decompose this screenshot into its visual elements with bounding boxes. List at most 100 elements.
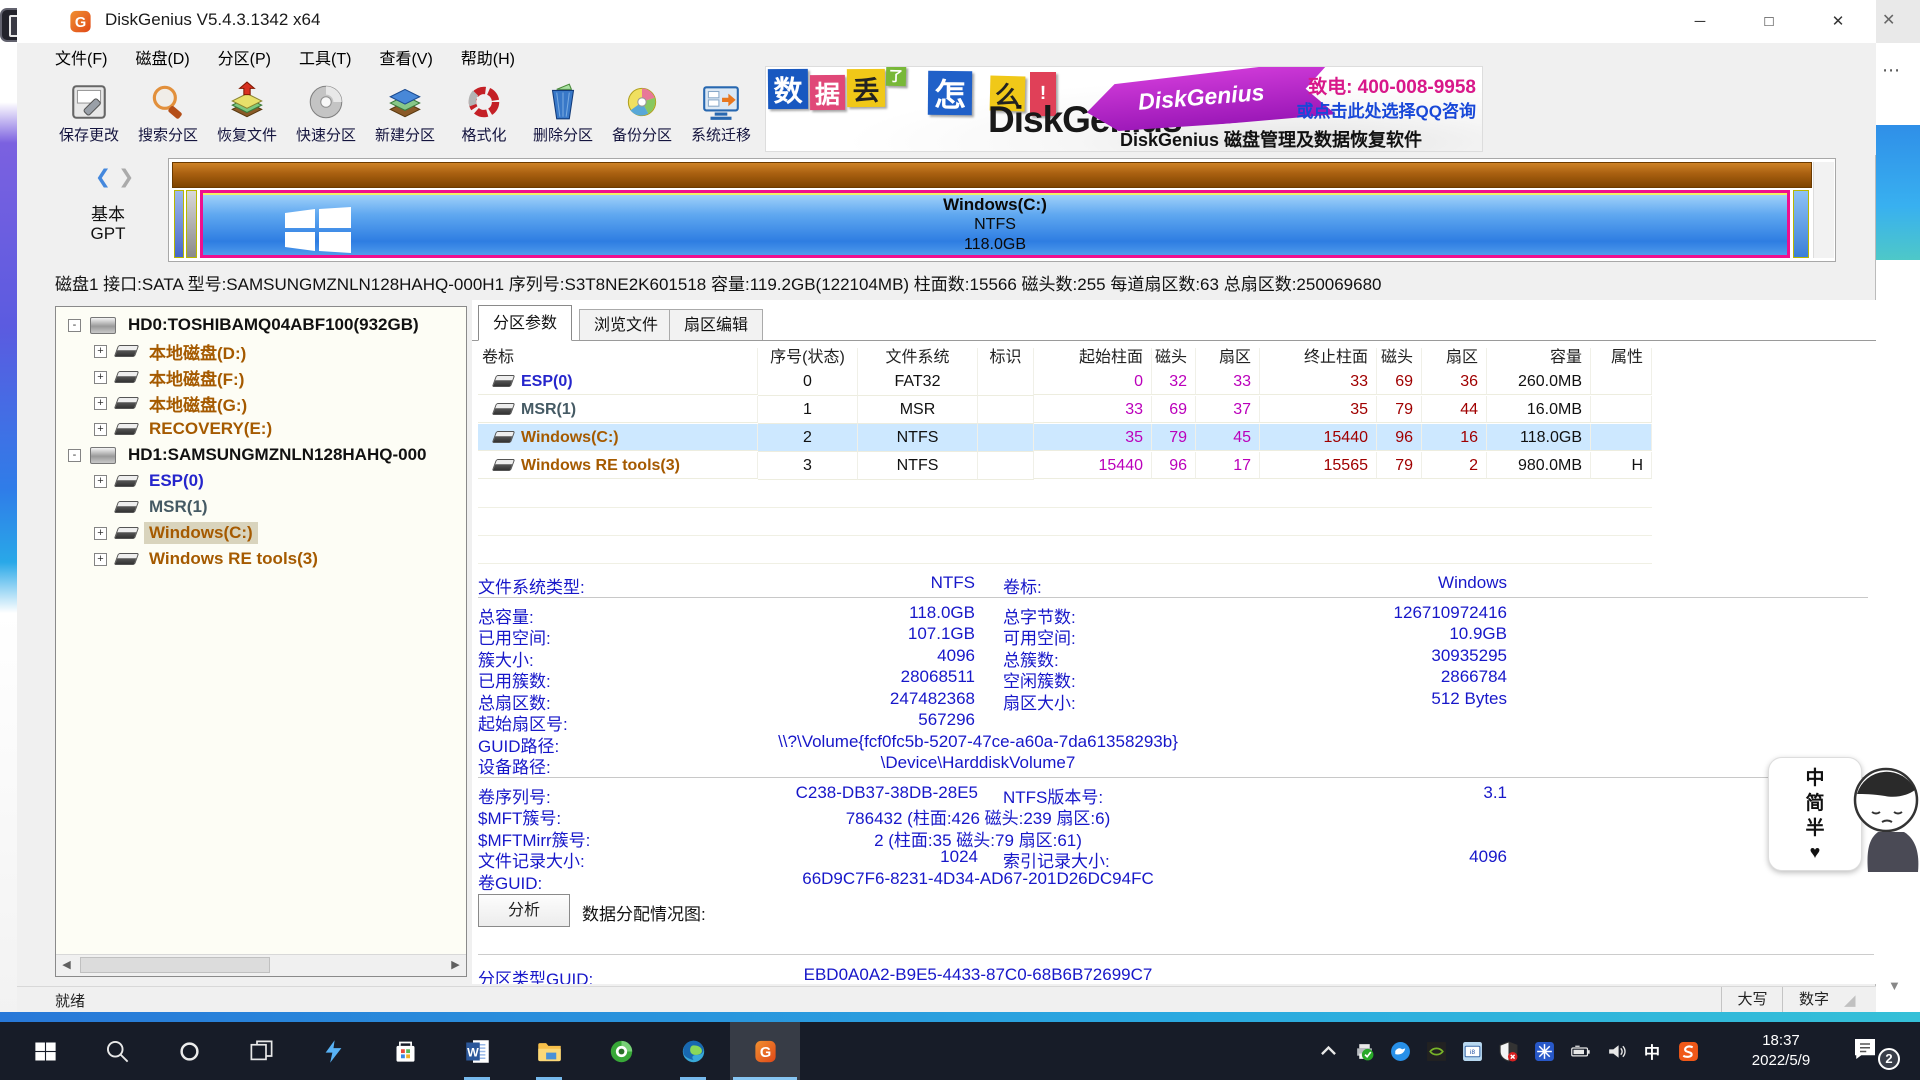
table-header-cell[interactable]: 起始柱面 [1034, 348, 1152, 368]
menu-item[interactable]: 帮助(H) [447, 43, 529, 76]
tr-shield-icon[interactable] [1496, 1039, 1520, 1063]
tr-nvidia-icon[interactable] [1424, 1039, 1448, 1063]
expand-toggle-icon[interactable]: - [68, 449, 81, 462]
tr-intel-icon[interactable]: i8 [1460, 1039, 1484, 1063]
banner-ad[interactable]: 数 据 丢 了 怎 么 ! DiskGenius DiskGenius 致电: … [765, 66, 1483, 152]
tree-item[interactable]: + RECOVERY(E:) [56, 416, 466, 442]
taskbar-button[interactable] [154, 1022, 224, 1080]
tree-item[interactable]: + Windows(C:) [56, 520, 466, 546]
table-header-cell[interactable]: 终止柱面 [1260, 348, 1377, 368]
table-header-cell[interactable]: 标识 [978, 348, 1034, 368]
taskbar-button[interactable] [226, 1022, 296, 1080]
banner-qq-link[interactable]: 或点击此处选择QQ咨询 [1244, 97, 1476, 122]
toolbar-button[interactable]: 搜索分区 [126, 79, 210, 152]
table-header-cell[interactable]: 属性 [1591, 348, 1652, 368]
background-scroll-down-icon[interactable]: ▼ [1888, 978, 1901, 993]
tree-item[interactable]: + 本地磁盘(D:) [56, 338, 466, 364]
expand-toggle-icon[interactable]: + [94, 345, 107, 358]
table-header-cell[interactable]: 容量 [1487, 348, 1591, 368]
next-disk-icon[interactable]: ❯ [118, 167, 134, 188]
heart-icon[interactable]: ♥ [1810, 841, 1821, 863]
taskbar-button[interactable] [586, 1022, 656, 1080]
menu-item[interactable]: 文件(F) [41, 43, 121, 76]
expand-toggle-icon[interactable]: + [94, 371, 107, 384]
resize-grip[interactable]: ◢ [1844, 991, 1856, 1009]
table-row[interactable]: MSR(1) 1 MSR 33 69 37 35 79 44 16.0MB [478, 396, 1652, 424]
scroll-left-icon[interactable]: ◀ [56, 955, 77, 975]
taskbar-button[interactable] [370, 1022, 440, 1080]
taskbar-clock[interactable]: 18:37 2022/5/9 [1726, 1022, 1836, 1080]
table-header-cell[interactable]: 序号(状态) [758, 348, 858, 368]
taskbar-button[interactable] [10, 1022, 80, 1080]
menu-item[interactable]: 分区(P) [204, 43, 285, 76]
expand-toggle-icon[interactable]: + [94, 397, 107, 410]
taskbar-button[interactable]: W [442, 1022, 512, 1080]
table-header-cell[interactable]: 卷标 [478, 348, 758, 368]
ime-char[interactable]: 半 [1805, 816, 1824, 841]
background-more-icon[interactable]: ⋯ [1882, 60, 1901, 81]
table-header-cell[interactable]: 磁头 [1377, 348, 1422, 368]
taskbar-button[interactable] [658, 1022, 728, 1080]
expand-toggle-icon[interactable]: + [94, 475, 107, 488]
menu-item[interactable]: 查看(V) [365, 43, 446, 76]
table-header-cell[interactable]: 扇区 [1422, 348, 1487, 368]
table-header-cell[interactable]: 扇区 [1196, 348, 1260, 368]
tree-item[interactable]: + 本地磁盘(F:) [56, 364, 466, 390]
ime-char[interactable]: 中 [1805, 766, 1824, 791]
msr-partition-strip[interactable] [186, 190, 197, 258]
esp-partition-strip[interactable] [174, 190, 184, 258]
toolbar-button[interactable]: 备份分区 [600, 79, 684, 152]
expand-toggle-icon[interactable]: + [94, 553, 107, 566]
tr-chevron-icon[interactable] [1316, 1039, 1340, 1063]
toolbar-button[interactable]: 删除分区 [521, 79, 605, 152]
tree-item[interactable]: - HD1:SAMSUNGMZNLN128HAHQ-000 [56, 442, 466, 468]
table-row[interactable]: ESP(0) 0 FAT32 0 32 33 33 69 36 260.0MB [478, 368, 1652, 396]
expand-toggle-icon[interactable]: - [68, 319, 81, 332]
tr-bird-icon[interactable] [1388, 1039, 1412, 1063]
tr-printer-icon[interactable] [1352, 1039, 1376, 1063]
table-header-cell[interactable]: 文件系统 [858, 348, 978, 368]
tree-item[interactable]: + Windows RE tools(3) [56, 546, 466, 572]
table-header-cell[interactable]: 磁头 [1152, 348, 1196, 368]
tree-item[interactable]: - HD0:TOSHIBAMQ04ABF100(932GB) [56, 312, 466, 338]
taskbar-button[interactable] [82, 1022, 152, 1080]
maximize-button[interactable]: □ [1737, 0, 1801, 43]
tree-item[interactable]: + 本地磁盘(G:) [56, 390, 466, 416]
menu-item[interactable]: 磁盘(D) [121, 43, 203, 76]
disk-header-strip[interactable] [172, 162, 1812, 188]
re-tools-partition-strip[interactable] [1793, 190, 1809, 258]
toolbar-button[interactable]: 快速分区 [284, 79, 368, 152]
taskbar-button[interactable]: G [730, 1022, 800, 1080]
scroll-right-icon[interactable]: ▶ [445, 955, 466, 975]
scrollbar-thumb[interactable] [80, 957, 270, 973]
toolbar-button[interactable]: 新建分区 [363, 79, 447, 152]
ime-sticker[interactable]: 中 简 半 ♥ [1768, 755, 1920, 873]
minimize-button[interactable]: ─ [1668, 0, 1732, 43]
taskbar-button[interactable] [514, 1022, 584, 1080]
menu-item[interactable]: 工具(T) [285, 43, 365, 76]
expand-toggle-icon[interactable]: + [94, 527, 107, 540]
close-button[interactable]: ✕ [1806, 0, 1870, 43]
tr-snow-icon[interactable] [1532, 1039, 1556, 1063]
ime-char[interactable]: 简 [1805, 791, 1824, 816]
tr-volume-icon[interactable] [1604, 1039, 1628, 1063]
tr-battery-icon[interactable] [1568, 1039, 1592, 1063]
tab[interactable]: 浏览文件 [579, 309, 673, 340]
table-row[interactable]: Windows(C:) 2 NTFS 35 79 45 15440 96 16 … [478, 424, 1652, 452]
background-close-icon[interactable]: ✕ [1882, 10, 1895, 30]
tr-ime-icon[interactable]: 中 [1640, 1039, 1664, 1063]
expand-toggle-icon[interactable]: + [94, 423, 107, 436]
prev-disk-icon[interactable]: ❮ [95, 167, 111, 188]
analyze-button[interactable]: 分析 [478, 894, 570, 927]
tree-item[interactable]: MSR(1) [56, 494, 466, 520]
toolbar-button[interactable]: 系统迁移 [679, 79, 763, 152]
selected-partition-block[interactable]: Windows(C:) NTFS 118.0GB [200, 190, 1790, 258]
tr-sogou-icon[interactable] [1676, 1039, 1700, 1063]
tree-horizontal-scrollbar[interactable]: ◀ ▶ [56, 954, 466, 976]
taskbar-button[interactable] [298, 1022, 368, 1080]
tab[interactable]: 分区参数 [478, 305, 572, 341]
tab[interactable]: 扇区编辑 [669, 309, 763, 340]
toolbar-button[interactable]: 格式化 [442, 79, 526, 152]
toolbar-button[interactable]: 恢复文件 [205, 79, 289, 152]
table-row[interactable]: Windows RE tools(3) 3 NTFS 15440 96 17 1… [478, 452, 1652, 480]
